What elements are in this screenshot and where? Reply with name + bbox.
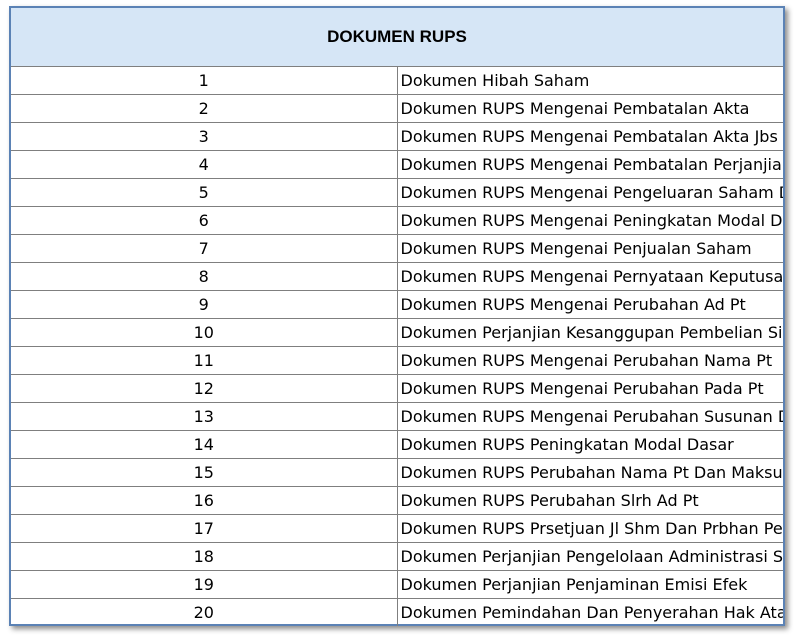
row-number: 14 bbox=[11, 430, 398, 459]
table-row: 16 Dokumen RUPS Perubahan Slrh Ad Pt bbox=[11, 486, 783, 515]
table-row: 5 Dokumen RUPS Mengenai Pengeluaran Saham… bbox=[11, 178, 783, 207]
table-row: 3 Dokumen RUPS Mengenai Pembatalan Akta J… bbox=[11, 122, 783, 151]
row-number: 9 bbox=[11, 290, 398, 319]
row-number: 4 bbox=[11, 150, 398, 179]
table-row: 4 Dokumen RUPS Mengenai Pembatalan Perjan… bbox=[11, 150, 783, 179]
row-number: 1 bbox=[11, 66, 398, 95]
document-name: Dokumen Pemindahan Dan Penyerahan Hak At… bbox=[400, 603, 784, 622]
document-name: Dokumen RUPS Mengenai Perubahan Nama Pt bbox=[397, 346, 783, 375]
row-number: 19 bbox=[11, 570, 398, 599]
row-number: 3 bbox=[11, 122, 398, 151]
table-row: 6 Dokumen RUPS Mengenai Peningkatan Modal… bbox=[11, 206, 783, 235]
table-row: 19 Dokumen Perjanjian Penjaminan Emisi Ef… bbox=[11, 570, 783, 599]
table-row: 1 Dokumen Hibah Saham bbox=[11, 66, 783, 95]
table-row: 2 Dokumen RUPS Mengenai Pembatalan Akta bbox=[11, 94, 783, 123]
document-name: Dokumen RUPS Peningkatan Modal Dasar bbox=[397, 430, 783, 459]
document-name: Dokumen RUPS Prsetjuan Jl Shm Dan Prbhan… bbox=[397, 514, 783, 543]
row-number: 16 bbox=[11, 486, 398, 515]
table-row: 20 Dokumen Pemindahan Dan Penyerahan Hak … bbox=[11, 598, 784, 626]
row-number: 7 bbox=[11, 234, 398, 263]
table-row: 9 Dokumen RUPS Mengenai Perubahan Ad Pt bbox=[11, 290, 783, 319]
row-number: 18 bbox=[11, 542, 398, 571]
document-name: Dokumen Perjanjian Pengelolaan Administr… bbox=[397, 542, 783, 571]
document-name: Dokumen RUPS Mengenai Pengeluaran Saham … bbox=[397, 178, 783, 207]
document-name: Dokumen RUPS Mengenai Pernyataan Keputus… bbox=[397, 262, 783, 291]
row-number: 11 bbox=[11, 346, 398, 375]
table-header-row: DOKUMEN RUPS bbox=[11, 8, 783, 67]
document-name: Dokumen Perjanjian Kesanggupan Pembelian… bbox=[397, 318, 783, 347]
document-name: Dokumen RUPS Mengenai Pembatalan Akta bbox=[397, 94, 783, 123]
row-number: 2 bbox=[11, 94, 398, 123]
document-name: Dokumen RUPS Perubahan Nama Pt Dan Maksu… bbox=[397, 458, 783, 487]
row-number: 6 bbox=[11, 206, 398, 235]
document-name: Dokumen RUPS Perubahan Slrh Ad Pt bbox=[397, 486, 783, 515]
row-number: 12 bbox=[11, 374, 398, 403]
table-title: DOKUMEN RUPS bbox=[11, 8, 783, 67]
row-number: 5 bbox=[11, 178, 398, 207]
row-number: 20 bbox=[11, 598, 398, 626]
document-name: Dokumen RUPS Mengenai Peningkatan Modal … bbox=[397, 206, 783, 235]
row-number: 17 bbox=[11, 514, 398, 543]
document-name: Dokumen Hibah Saham bbox=[397, 66, 783, 95]
table-row: 13 Dokumen RUPS Mengenai Perubahan Susuna… bbox=[11, 402, 783, 431]
row-number: 13 bbox=[11, 402, 398, 431]
table-body: 1 Dokumen Hibah Saham 2 Dokumen RUPS Mengen… bbox=[11, 66, 784, 626]
document-name: Dokumen RUPS Mengenai Pembatalan Perjanj… bbox=[397, 150, 783, 179]
document-name: Dokumen RUPS Mengenai Penjualan Saham bbox=[397, 234, 783, 263]
table-row: 15 Dokumen RUPS Perubahan Nama Pt Dan Mak… bbox=[11, 458, 783, 487]
row-number: 15 bbox=[11, 458, 398, 487]
table-row: 18 Dokumen Perjanjian Pengelolaan Adminis… bbox=[11, 542, 783, 571]
document-table-frame: DOKUMEN RUPS 1 Dokumen Hibah Saham 2 Dokume… bbox=[9, 6, 785, 626]
document-name: Dokumen Perjanjian Penjaminan Emisi Efek bbox=[397, 570, 783, 599]
table-row: 17 Dokumen RUPS Prsetjuan Jl Shm Dan Prbh… bbox=[11, 514, 783, 543]
document-name: Dokumen RUPS Mengenai Perubahan Pada Pt bbox=[397, 374, 783, 403]
document-name: Dokumen RUPS Mengenai Pembatalan Akta Jb… bbox=[397, 122, 783, 151]
document-name: Dokumen RUPS Mengenai Perubahan Ad Pt bbox=[397, 290, 783, 319]
document-name: Dokumen RUPS Mengenai Perubahan Susunan … bbox=[397, 402, 783, 431]
table-row: 8 Dokumen RUPS Mengenai Pernyataan Keputu… bbox=[11, 262, 783, 291]
table-row: 7 Dokumen RUPS Mengenai Penjualan Saham bbox=[11, 234, 783, 263]
table-row: 14 Dokumen RUPS Peningkatan Modal Dasar bbox=[11, 430, 783, 459]
table-row: 10 Dokumen Perjanjian Kesanggupan Pembeli… bbox=[11, 318, 783, 347]
table-row: 12 Dokumen RUPS Mengenai Perubahan Pada P… bbox=[11, 374, 783, 403]
document-table: DOKUMEN RUPS 1 Dokumen Hibah Saham 2 Dokume… bbox=[11, 8, 783, 626]
row-number: 10 bbox=[11, 318, 398, 347]
table-row: 11 Dokumen RUPS Mengenai Perubahan Nama P… bbox=[11, 346, 783, 375]
row-number: 8 bbox=[11, 262, 398, 291]
